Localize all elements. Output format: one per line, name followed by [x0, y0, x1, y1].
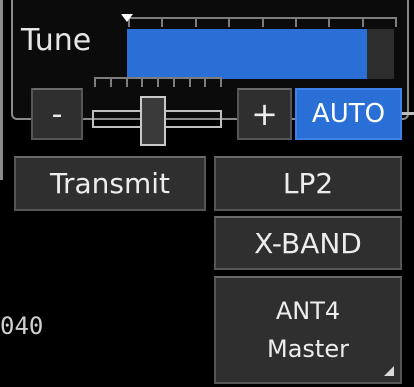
antenna-button[interactable]: ANT4 Master — [214, 276, 402, 384]
panel-left-edge — [0, 0, 3, 180]
scale-tick — [204, 79, 206, 87]
scale-tick — [141, 79, 143, 87]
antenna-label: ANT4 — [275, 297, 341, 325]
tune-decrease-button[interactable]: - — [31, 88, 83, 140]
scale-tick — [161, 19, 163, 27]
pulse-length-button[interactable]: LP2 — [214, 156, 402, 211]
transmit-button[interactable]: Transmit — [14, 156, 206, 211]
scale-tick — [157, 79, 159, 87]
scale-tick — [395, 19, 397, 27]
antenna-mode-label: Master — [267, 335, 349, 363]
tune-slider-thumb[interactable] — [140, 96, 166, 146]
slider-scale — [94, 77, 222, 87]
menu-corner-icon — [384, 366, 394, 376]
scale-tick — [295, 19, 297, 27]
scale-tick — [328, 19, 330, 27]
scale-tick — [228, 19, 230, 27]
scale-tick — [220, 79, 222, 87]
scale-tick — [126, 79, 128, 87]
tune-marker-icon — [121, 14, 133, 22]
tune-scale — [128, 17, 397, 29]
slider-track-left[interactable] — [92, 110, 140, 128]
scale-tick — [173, 79, 175, 87]
tune-label: Tune — [21, 23, 92, 58]
band-button[interactable]: X-BAND — [214, 216, 402, 270]
scale-tick — [262, 19, 264, 27]
auto-connector-line — [402, 112, 414, 115]
scale-tick — [110, 79, 112, 87]
tune-bar-fill — [127, 29, 367, 79]
scale-tick — [189, 79, 191, 87]
auto-tune-button[interactable]: AUTO — [295, 88, 402, 140]
side-readout: 040 — [0, 312, 44, 340]
scale-tick — [195, 19, 197, 27]
tune-increase-button[interactable]: + — [237, 88, 292, 140]
scale-tick — [94, 79, 96, 87]
slider-track-right[interactable] — [166, 110, 222, 128]
scale-tick — [362, 19, 364, 27]
